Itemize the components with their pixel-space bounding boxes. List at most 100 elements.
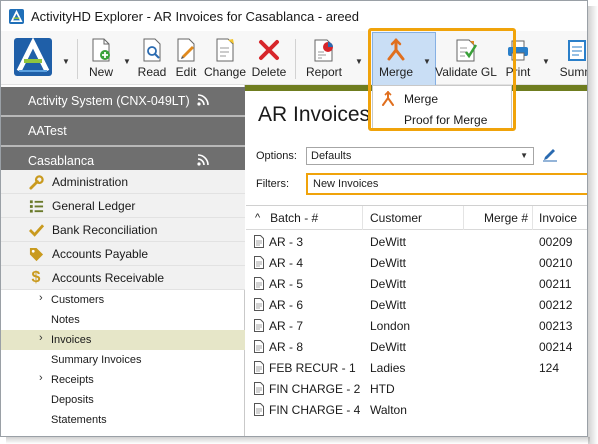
nav-module-bank-reconciliation[interactable]: Bank Reconciliation	[1, 218, 245, 242]
new-doc-icon	[88, 37, 114, 63]
table-row[interactable]: AR - 6 DeWitt 00212	[246, 294, 587, 315]
merge-button-label: Merge	[378, 65, 413, 79]
edit-button[interactable]: Edit	[171, 31, 201, 85]
activity-logo-icon	[14, 37, 52, 76]
cell-customer: DeWitt	[370, 276, 406, 291]
read-button[interactable]: Read	[137, 31, 167, 85]
table-row[interactable]: FEB RECUR - 1 Ladies 124	[246, 357, 587, 378]
validate-gl-button-label: Validate GL	[435, 65, 497, 79]
report-menu-arrow[interactable]: ▼	[355, 57, 363, 66]
window-title: ActivityHD Explorer - AR Invoices for Ca…	[31, 8, 360, 24]
table-row[interactable]: AR - 5 DeWitt 00211	[246, 273, 587, 294]
nav-subitem-invoices[interactable]: › Invoices	[1, 330, 245, 350]
nav-module-label: Accounts Payable	[52, 246, 149, 261]
nav-module-general-ledger[interactable]: General Ledger	[1, 194, 245, 218]
cell-invoice: 00212	[539, 297, 573, 312]
cell-batch: AR - 8	[269, 339, 304, 354]
cell-invoice: 124	[539, 360, 560, 375]
options-label: Options:	[256, 150, 297, 162]
table-row[interactable]: AR - 8 DeWitt 00214	[246, 336, 587, 357]
nav-header-activity-system[interactable]: Activity System (CNX-049LT)	[1, 87, 245, 115]
new-button[interactable]: New	[85, 31, 117, 85]
validate-gl-button[interactable]: Validate GL	[435, 31, 497, 85]
explorer-window: ActivityHD Explorer - AR Invoices for Ca…	[0, 0, 588, 437]
logo-menu-arrow[interactable]: ▼	[62, 57, 70, 66]
cell-batch: AR - 4	[269, 255, 304, 270]
document-icon	[254, 382, 264, 395]
change-button[interactable]: Change	[203, 31, 247, 85]
merge-button[interactable]: Merge	[374, 31, 418, 85]
document-icon	[254, 298, 264, 311]
nav-module-label: Bank Reconciliation	[52, 222, 158, 237]
column-header-merge[interactable]: Merge #	[464, 206, 533, 230]
cell-batch: FIN CHARGE - 4	[269, 402, 361, 417]
edit-button-label: Edit	[175, 65, 197, 79]
nav-header-label: AATest	[28, 124, 67, 138]
nav-subitem-label: Receipts	[51, 374, 94, 386]
table-row[interactable]: AR - 4 DeWitt 00210	[246, 252, 587, 273]
nav-header-aatest[interactable]: AATest	[1, 117, 245, 145]
nav-subitem-receipts[interactable]: › Receipts	[1, 370, 245, 390]
print-menu-arrow[interactable]: ▼	[542, 57, 550, 66]
edit-options-icon[interactable]	[542, 146, 558, 162]
dollar-icon: $	[31, 269, 41, 286]
filters-input[interactable]: New Invoices	[306, 173, 587, 195]
activity-logo-button[interactable]	[9, 31, 57, 85]
nav-subitem-deposits[interactable]: Deposits	[1, 390, 245, 410]
options-select[interactable]: Defaults ▼	[306, 147, 534, 165]
chevron-right-icon[interactable]: ›	[39, 332, 43, 344]
table-row[interactable]: AR - 3 DeWitt 00209	[246, 231, 587, 252]
table-row[interactable]: FIN CHARGE - 2 HTD	[246, 378, 587, 399]
cell-batch: FIN CHARGE - 2	[269, 381, 361, 396]
merge-menu-item[interactable]: Merge	[373, 88, 513, 109]
document-icon	[254, 340, 264, 353]
cell-invoice: 00210	[539, 255, 573, 270]
nav-module-accounts-receivable[interactable]: $ Accounts Receivable	[1, 266, 245, 290]
delete-button[interactable]: Delete	[251, 31, 287, 85]
chevron-right-icon[interactable]: ›	[39, 292, 43, 304]
cell-customer: Ladies	[370, 360, 406, 375]
nav-module-administration[interactable]: Administration	[1, 170, 245, 194]
cell-batch: AR - 3	[269, 234, 304, 249]
table-row[interactable]: AR - 7 London 00213	[246, 315, 587, 336]
cell-merge	[464, 294, 529, 315]
summary-button[interactable]: Summ	[557, 31, 587, 85]
cell-invoice: 00211	[539, 276, 572, 291]
nav-module-accounts-payable[interactable]: Accounts Payable	[1, 242, 245, 266]
nav-subitem-customers[interactable]: › Customers	[1, 290, 245, 310]
change-icon	[212, 37, 238, 63]
merge-menu-arrow[interactable]: ▼	[423, 57, 431, 66]
table-row[interactable]: FIN CHARGE - 4 Walton	[246, 399, 587, 420]
filters-input-value: New Invoices	[313, 178, 379, 190]
cell-merge	[464, 357, 529, 378]
summary-button-label: Summ	[559, 65, 587, 79]
nav-subitem-notes[interactable]: Notes	[1, 310, 245, 330]
column-header-label: Invoice	[539, 211, 578, 225]
toolbar-separator	[295, 39, 296, 79]
column-header-label: Batch - #	[270, 211, 319, 225]
print-button[interactable]: Print	[503, 31, 533, 85]
cell-merge	[464, 273, 529, 294]
cell-customer: DeWitt	[370, 255, 406, 270]
new-menu-arrow[interactable]: ▼	[123, 57, 131, 66]
change-button-label: Change	[203, 65, 247, 79]
page-title: AR Invoices	[258, 103, 371, 126]
print-icon	[505, 37, 531, 63]
nav-subitem-label: Notes	[51, 314, 80, 326]
chevron-right-icon[interactable]: ›	[39, 372, 43, 384]
main-content: AR Invoices Options: Defaults ▼ Filters:…	[246, 91, 587, 436]
cell-customer: Walton	[370, 402, 407, 417]
column-header-invoice[interactable]: Invoice	[533, 206, 587, 230]
filters-label: Filters:	[256, 178, 289, 190]
feed-icon	[197, 94, 209, 106]
navigation-pane: Activity System (CNX-049LT) AATest Casab…	[1, 85, 245, 436]
nav-header-label: Casablanca	[28, 154, 95, 168]
print-button-label: Print	[505, 65, 531, 79]
proof-for-merge-menu-item[interactable]: Proof for Merge	[373, 109, 513, 130]
column-header-customer[interactable]: Customer	[363, 206, 464, 230]
report-button[interactable]: Report	[303, 31, 345, 85]
nav-subitem-statements[interactable]: Statements	[1, 410, 245, 430]
column-header-batch[interactable]: ^ Batch - #	[246, 206, 363, 230]
nav-subitem-summary-invoices[interactable]: Summary Invoices	[1, 350, 245, 370]
document-icon	[254, 403, 264, 416]
